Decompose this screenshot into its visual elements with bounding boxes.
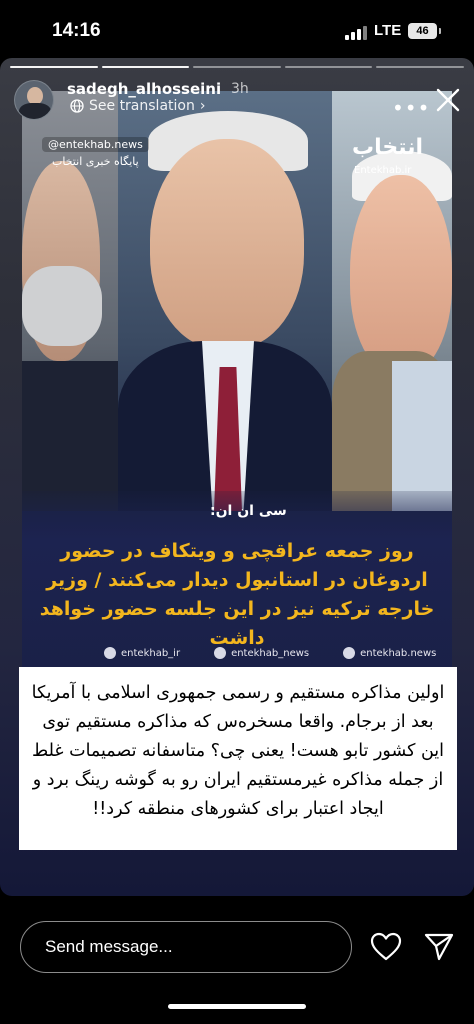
twitter-icon xyxy=(214,647,227,659)
news-headline: روز جمعه عراقچی و ویتکاف در حضور اردوغان… xyxy=(39,540,435,649)
source-tag: سی ان ان: xyxy=(210,503,287,519)
close-icon[interactable] xyxy=(434,86,462,114)
network-label: LTE xyxy=(374,22,402,39)
status-bar: 14:16 LTE 46 xyxy=(0,0,474,62)
home-indicator xyxy=(168,1004,306,1009)
twitter-handle: entekhab_news xyxy=(214,647,309,659)
watermark-subtitle: پایگاه خبری انتخاب xyxy=(52,155,139,168)
status-time: 14:16 xyxy=(52,20,101,41)
progress-segment xyxy=(284,66,373,68)
watermark-handle: @entekhab.news xyxy=(42,137,149,152)
send-icon[interactable] xyxy=(424,932,454,962)
heart-icon[interactable] xyxy=(370,932,402,962)
progress-segment xyxy=(376,66,464,68)
telegram-icon xyxy=(104,647,116,659)
progress-segment xyxy=(193,66,281,68)
progress-segment xyxy=(10,66,98,68)
globe-icon xyxy=(70,99,84,113)
story-viewer[interactable]: @entekhab.news پایگاه خبری انتخاب انتخاب… xyxy=(0,58,474,896)
progress-segment xyxy=(101,66,190,68)
see-translation-label: See translation xyxy=(89,98,195,114)
story-time-ago: 3h xyxy=(231,81,249,97)
story-image: @entekhab.news پایگاه خبری انتخاب انتخاب… xyxy=(22,91,452,689)
telegram-handle: entekhab_ir xyxy=(104,647,180,659)
chevron-right-icon: › xyxy=(199,98,206,114)
signal-icon xyxy=(345,24,369,40)
entekhab-logo-url: Entekhab.ir xyxy=(354,165,412,176)
story-progress-bar xyxy=(10,66,464,68)
avatar[interactable] xyxy=(14,80,54,120)
reply-bar xyxy=(0,912,474,982)
social-links: entekhab_ir entekhab_news entekhab.news xyxy=(104,647,436,659)
entekhab-logo: انتخاب xyxy=(352,135,424,160)
more-horizontal-icon[interactable]: ••• xyxy=(392,96,430,120)
photo-middle xyxy=(118,91,332,511)
photo-left xyxy=(22,91,118,511)
instagram-icon xyxy=(343,647,356,659)
story-username[interactable]: sadegh_alhosseini xyxy=(67,80,221,98)
instagram-handle: entekhab.news xyxy=(343,647,436,659)
battery-icon: 46 xyxy=(408,23,441,39)
story-caption: اولین مذاکره مستقیم و رسمی جمهوری اسلامی… xyxy=(19,667,457,850)
see-translation-link[interactable]: See translation › xyxy=(70,98,205,114)
send-message-input[interactable] xyxy=(20,921,352,973)
